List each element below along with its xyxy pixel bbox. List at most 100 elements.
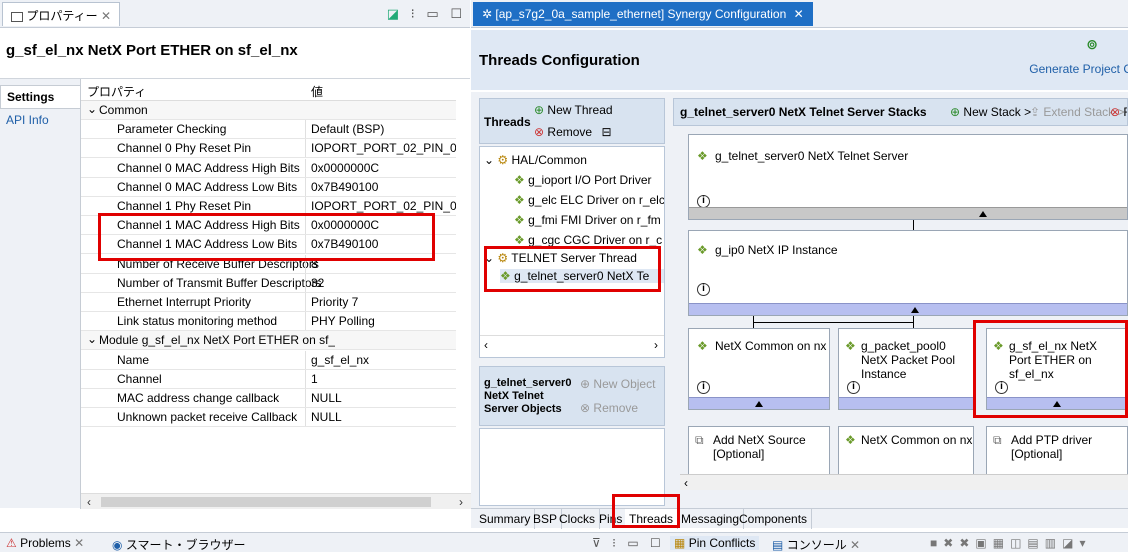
- property-value[interactable]: g_sf_el_nx: [311, 353, 456, 367]
- tree-horizontal-scrollbar[interactable]: ‹ ›: [480, 335, 664, 355]
- horizontal-scrollbar[interactable]: ‹ ›: [81, 493, 471, 509]
- new-object-button[interactable]: ⊕ New Object: [580, 377, 655, 391]
- open-console-icon[interactable]: ▥: [1045, 536, 1062, 550]
- table-row[interactable]: Link status monitoring method PHY Polling: [81, 312, 456, 332]
- table-row[interactable]: MAC address change callback NULL: [81, 389, 456, 408]
- module-add-ptp[interactable]: ⧉ Add PTP driver [Optional]: [986, 426, 1128, 476]
- tree-item-cgc[interactable]: ❖ g_cgc CGC Driver on r_c: [514, 233, 664, 247]
- word-wrap-icon[interactable]: ▦: [993, 536, 1010, 550]
- table-row[interactable]: Channel 1: [81, 369, 456, 389]
- tab-clocks[interactable]: Clocks: [555, 509, 601, 529]
- remove-stack-button[interactable]: ⊗ Re: [1110, 105, 1127, 119]
- module-netx-common[interactable]: ❖ NetX Common on nx i: [688, 328, 830, 410]
- property-value[interactable]: Priority 7: [311, 295, 456, 309]
- view-menu-icon[interactable]: ⁝: [411, 6, 415, 21]
- module-netx-common-2[interactable]: ❖ NetX Common on nx: [838, 426, 974, 476]
- table-row[interactable]: Name g_sf_el_nx: [81, 350, 456, 370]
- display-console-icon[interactable]: ▤: [1027, 536, 1044, 550]
- tab-components[interactable]: Components: [735, 509, 813, 529]
- tree-item-fmi[interactable]: ❖ g_fmi FMI Driver on r_fm: [514, 213, 664, 227]
- maximize-icon[interactable]: ☐: [650, 536, 661, 550]
- config-editor-tab[interactable]: ✲ [ap_s7g2_0a_sample_ethernet] Synergy C…: [473, 2, 813, 26]
- scroll-thumb[interactable]: [101, 497, 431, 507]
- module-add-netx-source[interactable]: ⧉ Add NetX Source [Optional]: [688, 426, 830, 476]
- table-row[interactable]: Ethernet Interrupt Priority Priority 7: [81, 293, 456, 312]
- chevron-down-icon[interactable]: ⌄: [87, 102, 97, 116]
- scroll-lock-icon[interactable]: ▣: [975, 536, 992, 550]
- property-value[interactable]: 0x7B490100: [311, 237, 456, 251]
- new-thread-button[interactable]: ⊕ New Thread: [534, 103, 613, 117]
- tab-threads[interactable]: Threads: [625, 509, 679, 529]
- property-value[interactable]: 0x7B490100: [311, 180, 456, 194]
- scroll-right-icon[interactable]: ›: [654, 338, 658, 352]
- remove-launch-icon[interactable]: ✖: [943, 536, 959, 550]
- property-group[interactable]: ⌄ Common: [81, 101, 456, 120]
- filter-icon[interactable]: ⊽: [592, 536, 601, 550]
- table-row[interactable]: Channel 1 Phy Reset Pin IOPORT_PORT_02_PI…: [81, 197, 456, 216]
- remove-all-icon[interactable]: ✖: [959, 536, 975, 550]
- tab-summary[interactable]: Summary: [475, 509, 536, 529]
- table-row[interactable]: Channel 1 MAC Address High Bits 0x0000000…: [81, 216, 456, 236]
- property-value[interactable]: PHY Polling: [311, 314, 456, 328]
- property-value[interactable]: 32: [311, 276, 456, 290]
- module-sf-el-nx[interactable]: ❖ g_sf_el_nx NetX Port ETHER on sf_el_nx…: [986, 328, 1128, 410]
- minimize-icon[interactable]: ▭: [426, 6, 438, 21]
- tree-hal-common[interactable]: ⌄ ⚙ HAL/Common: [484, 153, 587, 167]
- scroll-right-icon[interactable]: ›: [459, 495, 463, 509]
- problems-tab[interactable]: ⚠ Problems ✕: [6, 536, 84, 550]
- maximize-icon[interactable]: ☐: [450, 6, 462, 21]
- chevron-down-icon[interactable]: ⌄: [484, 153, 494, 167]
- properties-tab[interactable]: プロパティー ✕: [2, 2, 121, 26]
- smart-browser-tab[interactable]: ◉ スマート・ブラウザー: [112, 536, 245, 552]
- generate-icon[interactable]: ⊚: [1086, 36, 1098, 53]
- view-menu-icon[interactable]: ⁝: [612, 536, 616, 550]
- table-row[interactable]: Channel 0 MAC Address High Bits 0x0000000…: [81, 158, 456, 178]
- property-value[interactable]: NULL: [311, 391, 456, 405]
- scroll-left-icon[interactable]: ‹: [87, 495, 91, 509]
- tree-item-ioport[interactable]: ❖ g_ioport I/O Port Driver: [514, 173, 664, 187]
- property-value[interactable]: 0x0000000C: [311, 161, 456, 175]
- table-row[interactable]: Channel 0 Phy Reset Pin IOPORT_PORT_02_PI…: [81, 139, 456, 159]
- info-icon[interactable]: i: [995, 381, 1008, 394]
- stacks-horizontal-scrollbar[interactable]: ‹: [680, 474, 1128, 490]
- info-icon[interactable]: i: [697, 381, 710, 394]
- info-icon[interactable]: i: [697, 283, 710, 296]
- module-telnet-server[interactable]: ❖ g_telnet_server0 NetX Telnet Server i: [688, 134, 1128, 220]
- table-row[interactable]: Number of Receive Buffer Descriptors 8: [81, 254, 456, 274]
- property-value[interactable]: 1: [311, 372, 456, 386]
- terminate-icon[interactable]: ■: [930, 536, 943, 550]
- minimize-icon[interactable]: ▭: [627, 536, 638, 550]
- pin-conflicts-tab[interactable]: ▦ Pin Conflicts: [670, 536, 760, 550]
- new-stack-button[interactable]: ⊕ New Stack >: [950, 105, 1031, 119]
- chevron-down-icon[interactable]: ⌄: [87, 332, 97, 346]
- console-tab[interactable]: ▤ コンソール ✕: [772, 536, 860, 552]
- pin-icon[interactable]: ◪: [387, 6, 399, 21]
- settings-tab[interactable]: Settings: [0, 85, 80, 109]
- scroll-left-icon[interactable]: ‹: [684, 476, 688, 490]
- scroll-left-icon[interactable]: ‹: [484, 338, 488, 352]
- chevron-down-icon[interactable]: ⌄: [484, 251, 494, 265]
- property-value[interactable]: NULL: [311, 410, 456, 424]
- close-icon[interactable]: ✕: [850, 538, 860, 552]
- table-row[interactable]: Unknown packet receive Callback NULL: [81, 408, 456, 428]
- module-ip-instance[interactable]: ❖ g_ip0 NetX IP Instance i: [688, 230, 1128, 316]
- info-icon[interactable]: i: [847, 381, 860, 394]
- table-row[interactable]: Channel 0 MAC Address Low Bits 0x7B490100: [81, 177, 456, 197]
- remove-object-button[interactable]: ⊗ Remove: [580, 401, 638, 415]
- tree-item-telnet-server[interactable]: ❖ g_telnet_server0 NetX Te: [500, 269, 664, 283]
- close-icon[interactable]: ✕: [101, 9, 111, 23]
- remove-thread-button[interactable]: ⊗ Remove ⊟: [534, 125, 612, 139]
- tab-pins[interactable]: Pins: [595, 509, 628, 529]
- property-value[interactable]: IOPORT_PORT_02_PIN_07: [311, 141, 456, 155]
- module-packet-pool[interactable]: ❖ g_packet_pool0 NetX Packet Pool Instan…: [838, 328, 974, 410]
- collapse-icon[interactable]: ⊟: [601, 125, 611, 139]
- property-value[interactable]: IOPORT_PORT_02_PIN_07: [311, 199, 456, 213]
- table-row[interactable]: Parameter Checking Default (BSP): [81, 120, 456, 140]
- property-value[interactable]: 0x0000000C: [311, 218, 456, 232]
- table-row[interactable]: Number of Transmit Buffer Descriptors 32: [81, 273, 456, 293]
- generate-project-button[interactable]: Generate Project C: [1029, 62, 1128, 76]
- table-row[interactable]: Channel 1 MAC Address Low Bits 0x7B490100: [81, 235, 456, 255]
- api-info-tab[interactable]: API Info: [0, 109, 80, 133]
- new-console-icon[interactable]: ◪: [1062, 536, 1079, 550]
- property-value[interactable]: Default (BSP): [311, 122, 456, 136]
